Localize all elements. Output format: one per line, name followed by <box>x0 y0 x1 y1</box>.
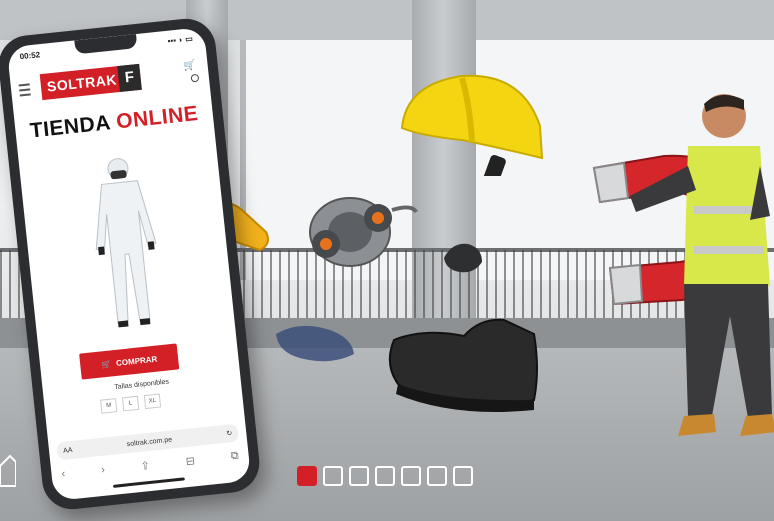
headline-part2: ONLINE <box>115 102 200 134</box>
hamburger-menu-icon[interactable] <box>18 83 31 97</box>
logo-mark: F <box>117 63 142 93</box>
buy-button[interactable]: 🛒 COMPRAR <box>79 343 180 380</box>
carousel-dot-1[interactable] <box>297 466 317 486</box>
logo-text: SOLTRAK <box>46 71 118 95</box>
mask-icon <box>444 243 482 273</box>
url-text: soltrak.com.pe <box>126 435 173 448</box>
bookmarks-icon[interactable]: ⊟ <box>185 454 195 468</box>
carousel-indicators <box>297 466 473 486</box>
text-size-button[interactable]: AA <box>63 446 73 454</box>
worker-figure <box>630 94 774 436</box>
headline-part1: TIENDA <box>28 110 118 143</box>
cart-icon[interactable]: 🛒 <box>183 60 197 72</box>
search-icon[interactable] <box>190 73 200 83</box>
back-icon[interactable]: ‹ <box>61 468 66 481</box>
carousel-dot-5[interactable] <box>401 466 421 486</box>
hero-banner: 00:52 ▪▪▪ ◗ ▭ SOLTRAK F 🛒 TIENDA ONLINE <box>0 0 774 521</box>
share-icon[interactable]: ⇪ <box>140 459 150 473</box>
carousel-dot-4[interactable] <box>375 466 395 486</box>
size-options: M L XL <box>100 393 162 414</box>
carousel-dot-2[interactable] <box>323 466 343 486</box>
coverall-product-image[interactable] <box>67 149 185 338</box>
tabs-icon[interactable]: ⧉ <box>230 450 239 464</box>
home-icon[interactable] <box>0 452 16 490</box>
status-icons: ▪▪▪ ◗ ▭ <box>167 34 194 46</box>
headline: TIENDA ONLINE <box>14 100 213 145</box>
goggles-icon <box>276 325 354 362</box>
safety-boot-icon <box>388 318 538 412</box>
soltrak-logo[interactable]: SOLTRAK F <box>39 63 142 101</box>
reload-icon[interactable]: ↻ <box>226 429 233 438</box>
status-time: 00:52 <box>19 50 41 62</box>
forward-icon[interactable]: › <box>101 464 106 477</box>
buy-button-label: COMPRAR <box>115 354 158 368</box>
respirator-icon <box>309 197 418 267</box>
size-option[interactable]: XL <box>143 393 162 410</box>
phone-screen: 00:52 ▪▪▪ ◗ ▭ SOLTRAK F 🛒 TIENDA ONLINE <box>6 26 252 502</box>
carousel-dot-3[interactable] <box>349 466 369 486</box>
size-option[interactable]: L <box>121 395 140 412</box>
size-option[interactable]: M <box>100 398 118 414</box>
carousel-dot-7[interactable] <box>453 466 473 486</box>
home-indicator <box>113 477 185 488</box>
hard-hat-icon <box>400 74 544 176</box>
cart-icon: 🛒 <box>100 358 112 369</box>
carousel-dot-6[interactable] <box>427 466 447 486</box>
